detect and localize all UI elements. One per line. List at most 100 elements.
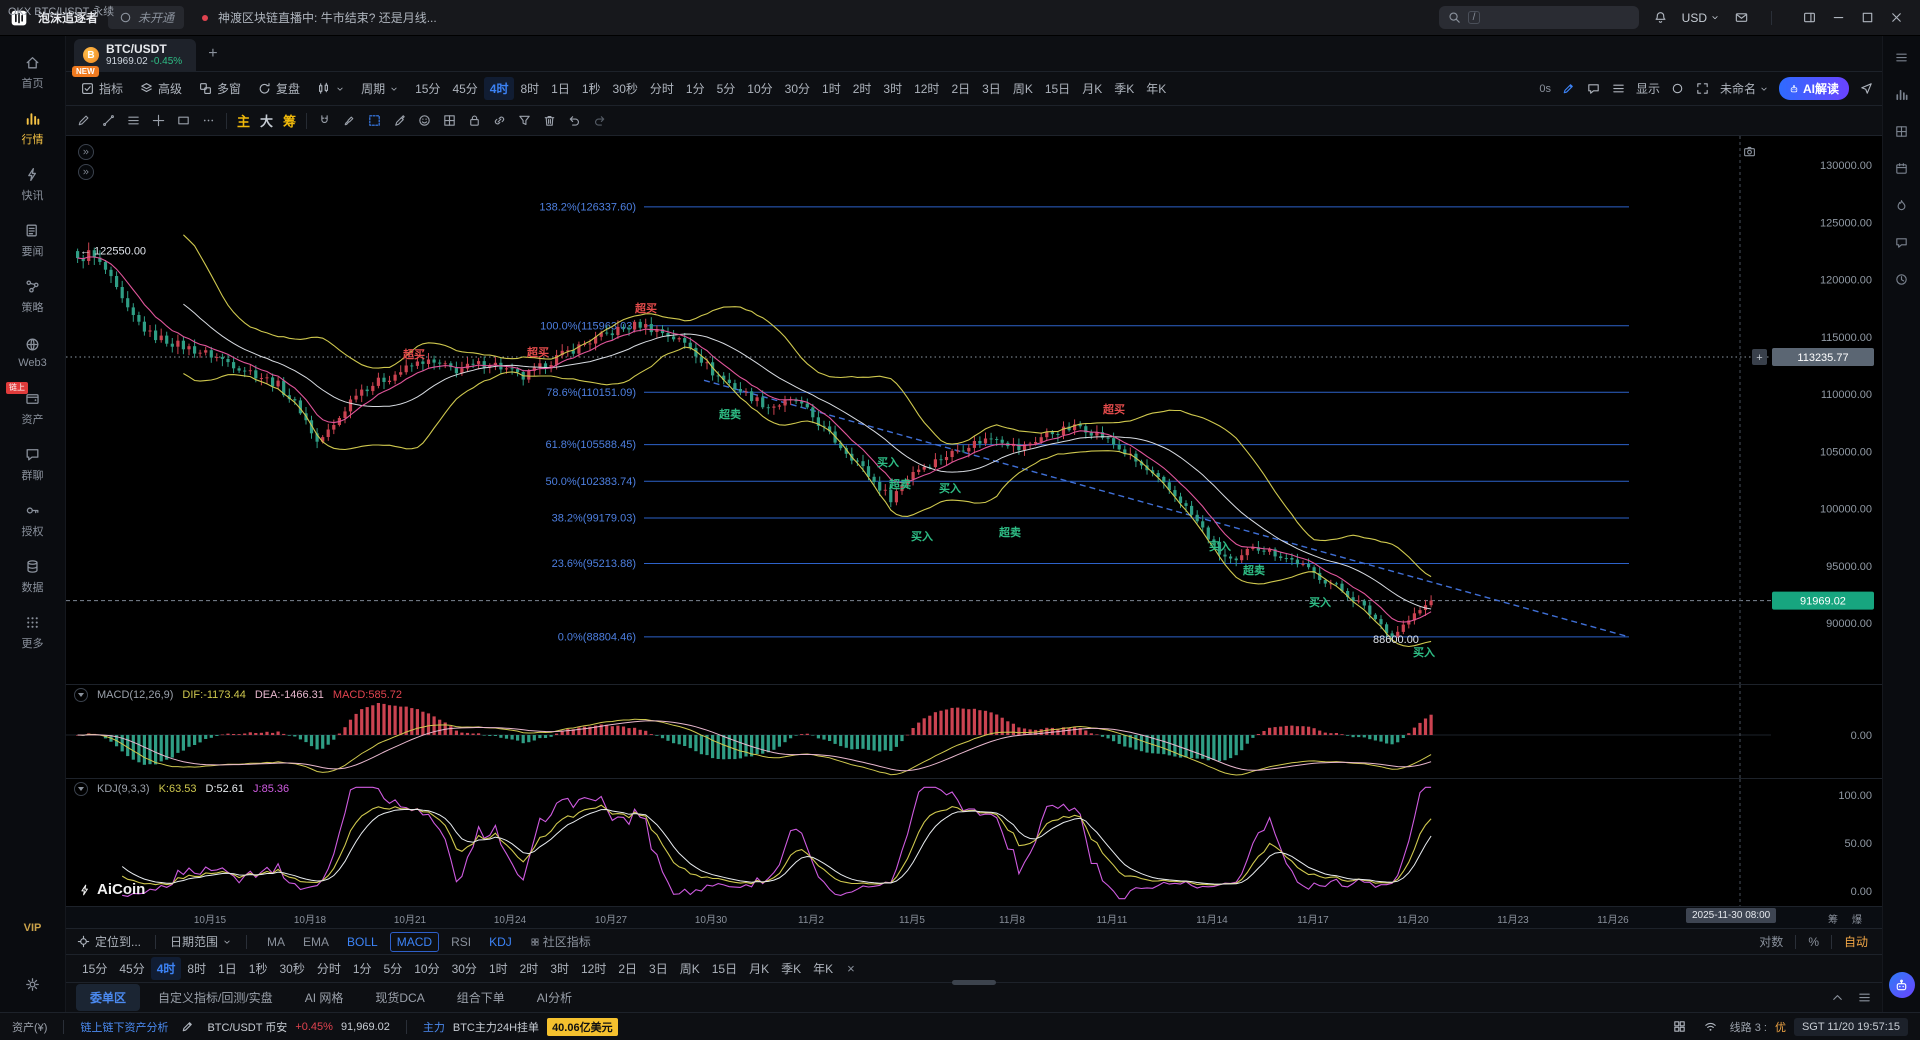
tf2-20[interactable]: 月K — [743, 957, 775, 980]
theme-button[interactable] — [1670, 81, 1685, 96]
sidebar-item-market[interactable]: 行情 — [0, 100, 65, 156]
timeframe-14[interactable]: 3时 — [877, 77, 908, 100]
draw-magnet-button[interactable] — [317, 113, 332, 128]
tab-ai-analysis[interactable]: AI分析 — [523, 984, 586, 1011]
tf2-17[interactable]: 3日 — [643, 957, 674, 980]
layout-select[interactable]: 未命名 — [1720, 80, 1769, 97]
draw-smile-button[interactable] — [417, 113, 432, 128]
macd-panel[interactable]: 0.00 MACD(12,26,9) DIF:-1173.44 DEA:-146… — [66, 684, 1882, 778]
close-button[interactable] — [1883, 10, 1910, 25]
tf2-15[interactable]: 12时 — [575, 957, 612, 980]
messages-button[interactable] — [1730, 10, 1753, 25]
timeframe-6[interactable]: 30秒 — [607, 77, 644, 100]
draw-redo-button[interactable] — [592, 113, 607, 128]
rightpanel-listlines-button[interactable] — [1894, 50, 1909, 65]
toolbar-checksq-button[interactable]: 指标 — [74, 76, 129, 101]
timeframe-8[interactable]: 1分 — [680, 77, 711, 100]
scale-option-2[interactable]: 自动 — [1840, 933, 1872, 950]
tf2-2[interactable]: 4时 — [151, 957, 182, 980]
tab-custom[interactable]: 自定义指标/回测/实盘 — [144, 984, 287, 1011]
sidebar-item-flash[interactable]: 快讯 — [0, 156, 65, 212]
tf2-13[interactable]: 2时 — [514, 957, 545, 980]
draw-marker-button[interactable] — [392, 113, 407, 128]
chain-analysis-link[interactable]: 链上链下资产分析 — [80, 1019, 168, 1035]
rightpanel-calendar-button[interactable] — [1894, 161, 1909, 176]
timeframe-18[interactable]: 周K — [1007, 77, 1039, 100]
search-input[interactable]: OKX BTC/USDT 永续 / — [1439, 6, 1639, 29]
sidebar-item-news[interactable]: 要闻 — [0, 212, 65, 268]
main-chart-panel[interactable]: 138.2%(126337.60)100.0%(115963.03)78.6%(… — [66, 136, 1882, 684]
collapse-kdj-button[interactable] — [74, 782, 88, 796]
timeframe-1[interactable]: 45分 — [446, 77, 483, 100]
comments-button[interactable] — [1586, 81, 1601, 96]
close-timeframe-button[interactable]: × — [839, 961, 863, 976]
scale-option-0[interactable]: 对数 — [1755, 933, 1787, 950]
display-button[interactable]: 显示 — [1636, 80, 1660, 97]
timeframe-15[interactable]: 12时 — [908, 77, 945, 100]
indicator-ema[interactable]: EMA — [297, 933, 335, 951]
fullscreen-button[interactable] — [1695, 81, 1710, 96]
tab-orders[interactable]: 委单区 — [76, 984, 140, 1011]
timeframe-10[interactable]: 10分 — [741, 77, 778, 100]
assets-button[interactable]: 资产(¥) — [12, 1019, 47, 1035]
date-range-button[interactable]: 日期范围 — [170, 933, 232, 950]
tf2-18[interactable]: 周K — [674, 957, 706, 980]
tf2-3[interactable]: 8时 — [181, 957, 212, 980]
timeframe-11[interactable]: 30分 — [779, 77, 816, 100]
timeframe-7[interactable]: 分时 — [644, 77, 680, 100]
tab-spot-dca[interactable]: 现货DCA — [361, 984, 438, 1011]
timeframe-0[interactable]: 15分 — [409, 77, 446, 100]
rightpanel-grid-button[interactable] — [1894, 124, 1909, 139]
indicator-macd[interactable]: MACD — [390, 932, 439, 952]
indicator-kdj[interactable]: KDJ — [483, 933, 518, 951]
timeframe-12[interactable]: 1时 — [816, 77, 847, 100]
tf2-19[interactable]: 15日 — [706, 957, 743, 980]
tf2-16[interactable]: 2日 — [612, 957, 643, 980]
edit-note-button[interactable] — [176, 1019, 199, 1034]
draw-select-button[interactable] — [367, 113, 382, 128]
timeframe-21[interactable]: 季K — [1108, 77, 1140, 100]
ai-assistant-button[interactable] — [1889, 972, 1915, 998]
draw-trash-button[interactable] — [542, 113, 557, 128]
currency-select[interactable]: USD — [1682, 10, 1720, 25]
draw-dots-button[interactable] — [201, 113, 216, 128]
draw-grid-button[interactable] — [442, 113, 457, 128]
timeframe-13[interactable]: 2时 — [847, 77, 878, 100]
chart-tab-btcusdt[interactable]: B BTC/USDT 91969.02 -0.45% NEW — [74, 39, 196, 71]
network-signal-icon[interactable] — [1699, 1019, 1722, 1034]
draw-text-button-1[interactable]: 大 — [260, 111, 273, 130]
tab-ai-grid[interactable]: AI 网格 — [291, 984, 358, 1011]
timeframe-19[interactable]: 15日 — [1039, 77, 1076, 100]
indicator-community[interactable]: 社区指标 — [524, 931, 597, 952]
indicator-boll[interactable]: BOLL — [341, 933, 384, 951]
sidebar-item-data[interactable]: 数据 — [0, 548, 65, 604]
indicator-rsi[interactable]: RSI — [445, 933, 477, 951]
timeframe-4[interactable]: 1日 — [545, 77, 576, 100]
tf2-11[interactable]: 30分 — [446, 957, 483, 980]
panel-drag-handle[interactable] — [952, 980, 996, 985]
apps-grid-icon[interactable] — [1668, 1019, 1691, 1034]
tf2-0[interactable]: 15分 — [76, 957, 113, 980]
draw-line-button[interactable] — [101, 113, 116, 128]
draw-cross-button[interactable] — [151, 113, 166, 128]
ai-explain-button[interactable]: AI解读 — [1779, 77, 1849, 100]
scale-option-1[interactable]: % — [1804, 935, 1823, 949]
notifications-button[interactable] — [1649, 10, 1672, 25]
timeframe-9[interactable]: 5分 — [711, 77, 742, 100]
kdj-chart[interactable]: 100.0050.000.00 — [66, 779, 1882, 907]
rightpanel-flame-button[interactable] — [1894, 198, 1909, 213]
timeframe-17[interactable]: 3日 — [976, 77, 1007, 100]
add-tab-button[interactable]: + — [196, 45, 229, 63]
draw-brush-button[interactable] — [342, 113, 357, 128]
sidebar-item-strategy[interactable]: 策略 — [0, 268, 65, 324]
indicator-ma[interactable]: MA — [261, 933, 291, 951]
tf2-21[interactable]: 季K — [775, 957, 807, 980]
liquidation-toggle[interactable]: 爆 — [1852, 911, 1862, 926]
timeframe-20[interactable]: 月K — [1076, 77, 1108, 100]
news-ticker[interactable]: 神渡区块链直播中: 牛市结束? 还是月线... — [218, 9, 437, 26]
sidebar-item-vip[interactable]: VIP — [0, 900, 65, 956]
sidebar-item-auth[interactable]: 授权 — [0, 492, 65, 548]
minimize-button[interactable] — [1825, 10, 1852, 25]
chart-type-button[interactable] — [310, 77, 351, 100]
timeframe-5[interactable]: 1秒 — [576, 77, 607, 100]
